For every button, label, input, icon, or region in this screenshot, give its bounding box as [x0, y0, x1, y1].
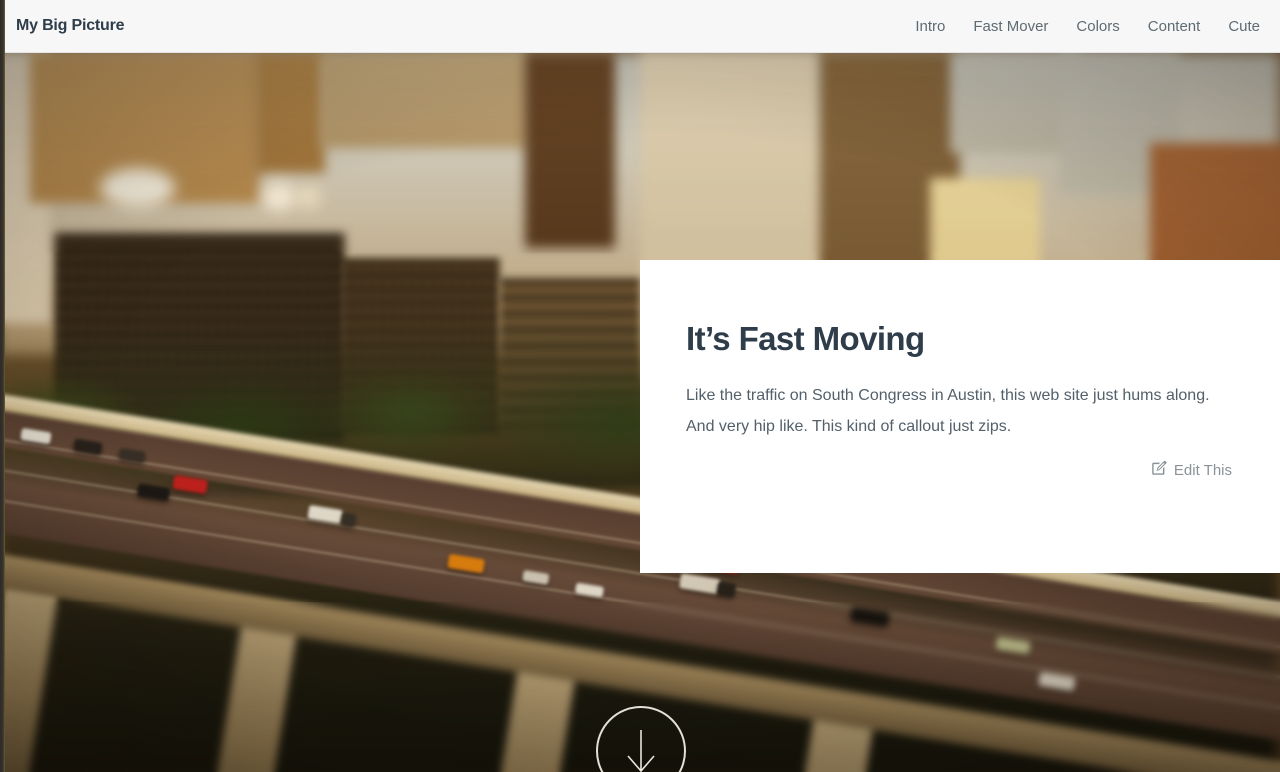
- nav-link-cute[interactable]: Cute: [1228, 18, 1260, 35]
- car: [716, 581, 737, 598]
- rooftop-highlight: [262, 181, 296, 211]
- rooftop-highlight: [100, 168, 175, 208]
- window-left-edge: [0, 0, 5, 772]
- edit-this-link[interactable]: Edit This: [1151, 460, 1232, 480]
- main-navigation: Intro Fast Mover Colors Content Cute: [915, 18, 1260, 35]
- callout-title: It’s Fast Moving: [686, 320, 925, 357]
- rooftop-highlight: [295, 185, 321, 209]
- edit-pencil-square-icon: [1151, 460, 1167, 480]
- car: [340, 512, 357, 528]
- building-block: [525, 53, 615, 248]
- nav-link-colors[interactable]: Colors: [1076, 18, 1119, 35]
- callout-card: It’s Fast Moving Like the traffic on Sou…: [640, 260, 1280, 573]
- building-block: [255, 53, 325, 173]
- building-block: [320, 53, 530, 148]
- site-header: My Big Picture Intro Fast Mover Colors C…: [0, 0, 1280, 53]
- site-brand-title[interactable]: My Big Picture: [16, 17, 125, 35]
- arrow-down-icon: [627, 730, 655, 772]
- page-root: It’s Fast Moving Like the traffic on Sou…: [0, 0, 1280, 772]
- edit-this-label: Edit This: [1173, 461, 1232, 479]
- callout-actions: Edit This: [686, 460, 1232, 480]
- callout-body-text: Like the traffic on South Congress in Au…: [686, 386, 1210, 436]
- nav-link-intro[interactable]: Intro: [915, 18, 945, 35]
- bridge-pier: [0, 569, 61, 772]
- nav-link-fast-mover[interactable]: Fast Mover: [973, 18, 1048, 35]
- nav-link-content[interactable]: Content: [1148, 18, 1201, 35]
